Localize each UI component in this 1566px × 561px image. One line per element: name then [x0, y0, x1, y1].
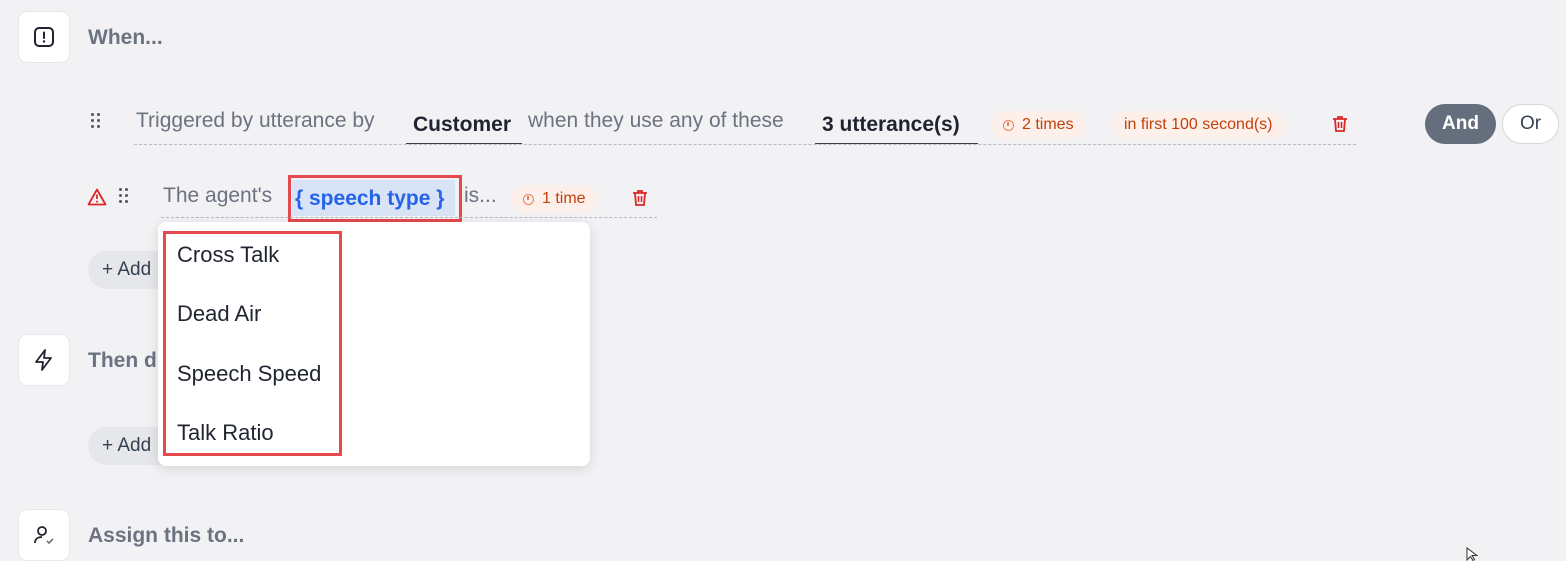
rule1-window-chip[interactable]: in first 100 second(s): [1112, 111, 1285, 139]
when-title: When...: [88, 26, 163, 49]
warning-triangle-icon: [87, 188, 107, 206]
dropdown-options-highlight: [163, 231, 342, 456]
user-check-icon: [34, 526, 54, 545]
mouse-cursor-icon: [1466, 547, 1479, 561]
assign-icon-box: [18, 509, 70, 561]
speaker-selector[interactable]: Customer: [413, 113, 511, 137]
rule1-times-label: 2 times: [1022, 116, 1074, 133]
rule2-times-chip[interactable]: 1 time: [511, 185, 598, 213]
lightning-icon: [35, 349, 52, 371]
rule2-suffix: is...: [464, 184, 497, 207]
assign-title: Assign this to...: [88, 524, 245, 547]
then-icon-box: [18, 334, 70, 386]
rule2-delete-icon[interactable]: [630, 188, 650, 208]
rule1-dashed-line: [134, 144, 1356, 145]
rule1-times-chip[interactable]: 2 times: [991, 111, 1086, 139]
drag-handle-icon[interactable]: [91, 113, 103, 131]
clock-icon: [523, 193, 534, 205]
drag-handle-icon[interactable]: [119, 188, 131, 206]
rule1-middle: when they use any of these: [528, 109, 784, 132]
alert-square-icon: [34, 27, 54, 47]
rule1-prefix: Triggered by utterance by: [136, 109, 375, 132]
and-button[interactable]: And: [1425, 104, 1496, 144]
then-title: Then d: [88, 349, 157, 372]
when-icon-box: [18, 11, 70, 63]
speech-type-highlight: [288, 175, 462, 222]
rule2-dashed-line: [161, 217, 657, 218]
clock-icon: [1003, 119, 1014, 131]
utterances-selector[interactable]: 3 utterance(s): [822, 113, 960, 137]
rule2-prefix: The agent's: [163, 184, 273, 207]
or-button[interactable]: Or: [1502, 104, 1559, 144]
rule2-times-label: 1 time: [542, 190, 586, 207]
rule1-delete-icon[interactable]: [1330, 114, 1350, 134]
